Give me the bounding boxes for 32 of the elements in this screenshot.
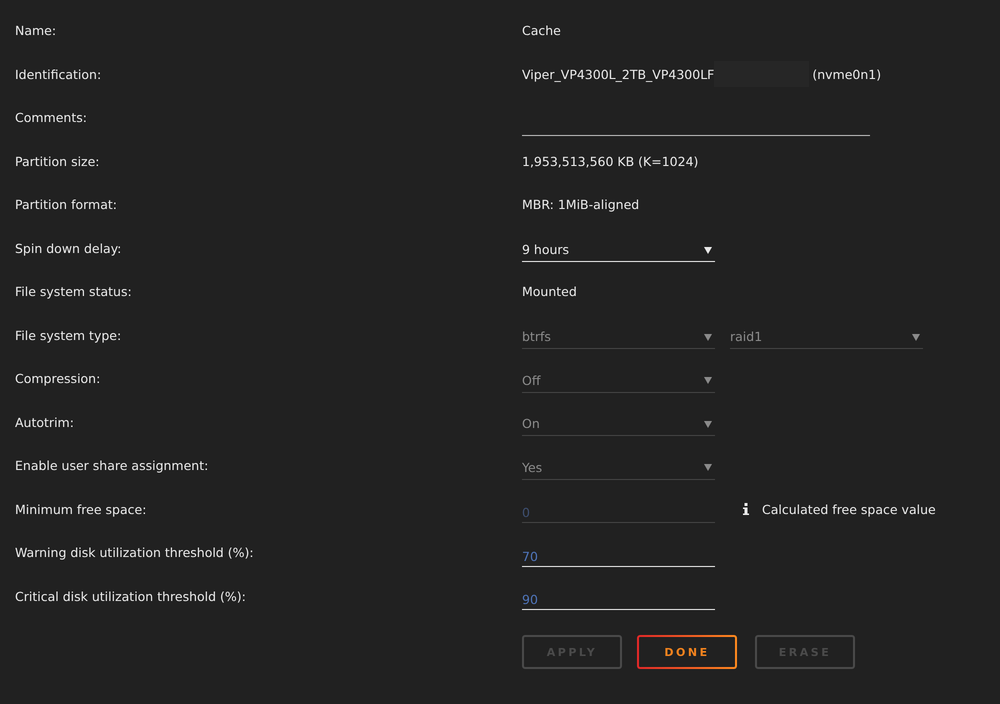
field-label: Critical disk utilization threshold (%):	[15, 588, 247, 604]
caret-icon	[704, 246, 712, 254]
field-label: Warning disk utilization threshold (%):	[15, 545, 255, 560]
field-label: Autotrim:	[15, 414, 75, 430]
field-label: Name:	[15, 23, 58, 38]
field-label: File system status:	[15, 284, 133, 300]
hint-text: Calculated free space value	[762, 502, 936, 517]
field-label: File system type:	[15, 328, 122, 343]
dropdown[interactable]: 9 hours	[522, 234, 715, 262]
field-label: Partition format:	[15, 197, 118, 212]
caret-icon	[704, 332, 712, 341]
caret-icon	[912, 332, 920, 341]
info-icon	[742, 503, 750, 516]
caret-icon	[704, 376, 712, 384]
input-field[interactable]: 70	[522, 538, 715, 567]
caret-icon	[704, 420, 712, 428]
field-label: Partition size:	[15, 154, 101, 169]
input-field[interactable]: 90	[522, 582, 715, 610]
field-label: Spin down delay:	[15, 240, 122, 256]
action-button[interactable]: DONE	[637, 635, 737, 669]
field-label: Enable user share assignment:	[15, 458, 210, 474]
caret-icon	[704, 463, 712, 472]
field-label: Comments:	[15, 110, 88, 126]
device-name: (nvme0n1)	[812, 66, 882, 82]
field-label: Compression:	[15, 371, 102, 386]
field-label: Minimum free space:	[15, 502, 148, 517]
field-value: Viper_VP4300L_2TB_VP4300LF	[522, 66, 714, 82]
field-value: Cache	[522, 23, 561, 38]
field-value: 1,953,513,560 KB (K=1024)	[522, 154, 698, 169]
field-label: Identification:	[15, 66, 102, 82]
field-value: Mounted	[522, 284, 577, 300]
field-value: MBR: 1MiB-aligned	[522, 197, 640, 212]
